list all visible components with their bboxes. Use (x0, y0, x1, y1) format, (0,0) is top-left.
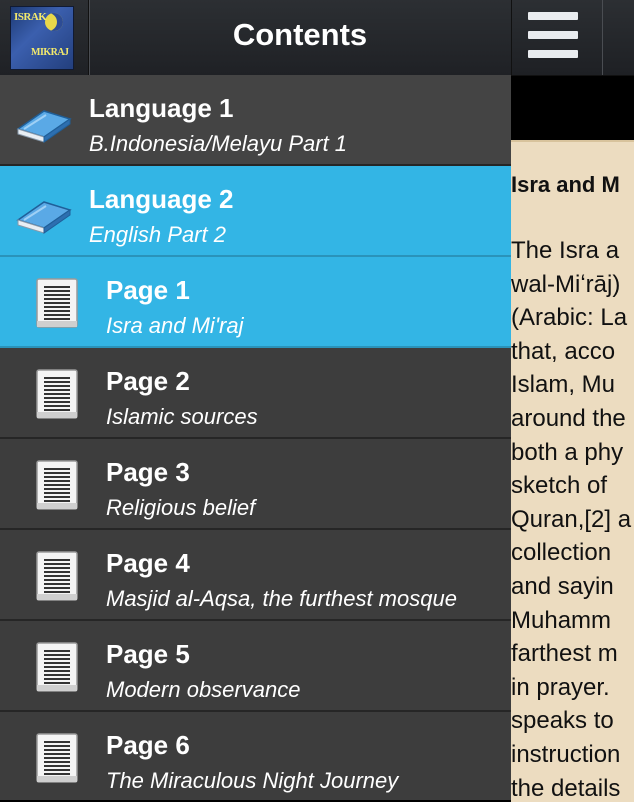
item-title: Page 6 (106, 730, 190, 761)
document-icon (34, 459, 80, 511)
navigation-drawer: ISRAK MIKRAJ Contents Language 1 B.Indone… (0, 0, 511, 800)
article-body: The Isra awal-Miʻrāj)(Arabic: Lathat, ac… (511, 234, 634, 802)
article-line: around the (511, 402, 634, 436)
article-pane[interactable]: Isra and M The Isra awal-Miʻrāj)(Arabic:… (511, 140, 634, 802)
item-subtitle: Islamic sources (106, 404, 258, 430)
item-subtitle: English Part 2 (89, 222, 226, 248)
item-subtitle: The Miraculous Night Journey (106, 768, 398, 794)
hamburger-menu-icon[interactable] (511, 0, 603, 75)
language-item[interactable]: Language 1 B.Indonesia/Melayu Part 1 (0, 75, 511, 166)
document-icon (34, 641, 80, 693)
document-icon (34, 550, 80, 602)
document-icon (34, 368, 80, 420)
document-icon (34, 732, 80, 784)
book-icon (14, 101, 72, 143)
content-spacer (511, 76, 634, 140)
article-line: in prayer. (511, 671, 634, 705)
book-icon (14, 192, 72, 234)
content-action-bar (511, 0, 634, 76)
document-icon (34, 277, 80, 329)
item-subtitle: B.Indonesia/Melayu Part 1 (89, 131, 347, 157)
item-title: Page 2 (106, 366, 190, 397)
article-line: collection (511, 536, 634, 570)
language-item[interactable]: Language 2 English Part 2 (0, 166, 511, 257)
article-line: The Isra a (511, 234, 634, 268)
article-line: farthest m (511, 637, 634, 671)
page-item[interactable]: Page 3 Religious belief (0, 439, 511, 530)
page-item[interactable]: Page 1 Isra and Mi'raj (0, 257, 511, 348)
article-line: both a phy (511, 436, 634, 470)
item-title: Language 2 (89, 184, 233, 215)
item-subtitle: Isra and Mi'raj (106, 313, 243, 339)
article-line: that, acco (511, 335, 634, 369)
article-line: Quran,[2] a (511, 503, 634, 537)
article-line: Islam, Mu (511, 368, 634, 402)
item-title: Language 1 (89, 93, 233, 124)
article-title: Isra and M (511, 172, 620, 198)
article-line: speaks to (511, 704, 634, 738)
logo-text-bottom: MIKRAJ (31, 47, 69, 58)
item-title: Page 3 (106, 457, 190, 488)
article-line: instruction (511, 738, 634, 772)
article-line: the details (511, 772, 634, 802)
item-subtitle: Modern observance (106, 677, 300, 703)
article-line: wal-Miʻrāj) (511, 268, 634, 302)
article-line: Muhamm (511, 604, 634, 638)
logo-text-top: ISRAK (14, 11, 46, 23)
item-title: Page 1 (106, 275, 190, 306)
app-logo[interactable]: ISRAK MIKRAJ (10, 6, 74, 70)
page-item[interactable]: Page 5 Modern observance (0, 621, 511, 712)
item-subtitle: Masjid al-Aqsa, the furthest mosque (106, 586, 457, 612)
article-line: sketch of (511, 469, 634, 503)
article-line: and sayin (511, 570, 634, 604)
page-item[interactable]: Page 6 The Miraculous Night Journey (0, 712, 511, 800)
item-title: Page 4 (106, 548, 190, 579)
page-item[interactable]: Page 2 Islamic sources (0, 348, 511, 439)
page-item[interactable]: Page 4 Masjid al-Aqsa, the furthest mosqu… (0, 530, 511, 621)
item-title: Page 5 (106, 639, 190, 670)
item-subtitle: Religious belief (106, 495, 255, 521)
drawer-header: ISRAK MIKRAJ Contents (0, 0, 511, 76)
drawer-title: Contents (89, 17, 511, 53)
article-line: (Arabic: La (511, 301, 634, 335)
